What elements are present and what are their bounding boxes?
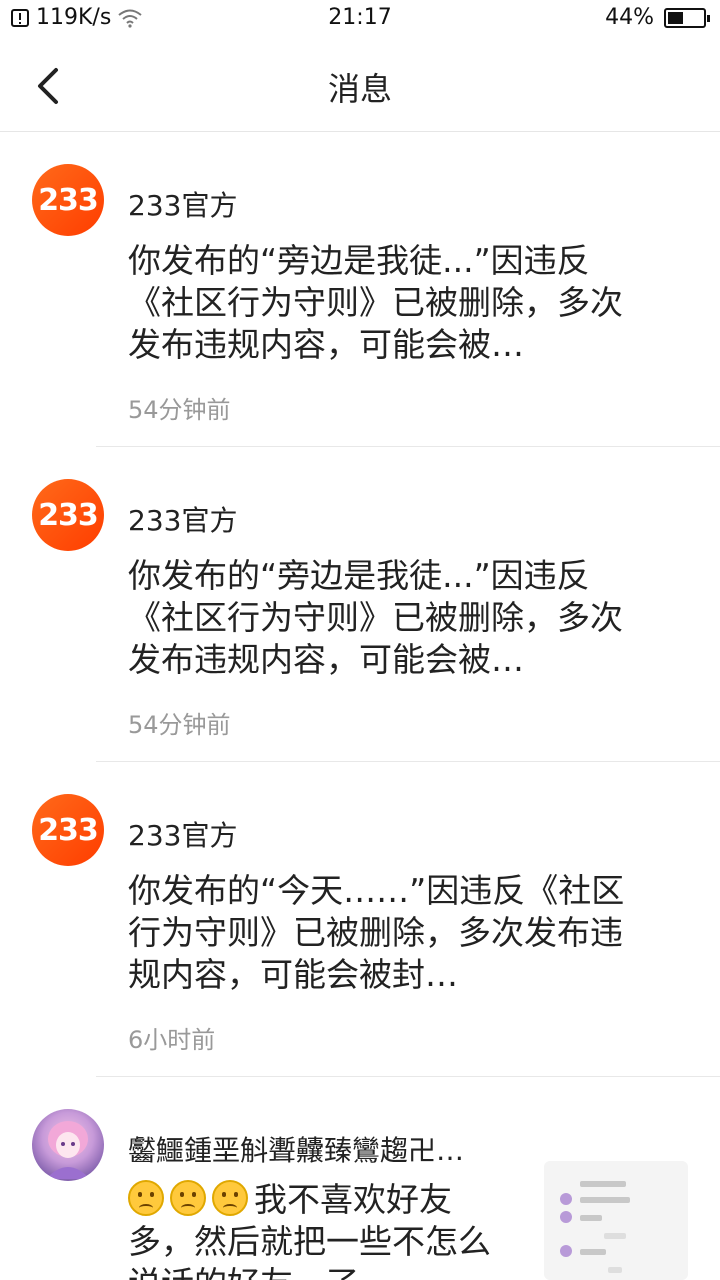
sender-name: 233官方 [128,504,238,537]
thumb-avatar [560,1193,572,1205]
message-item[interactable]: 233 233官方 你发布的“今天……”因违反《社区行为守则》已被删除，多次发布… [0,762,720,1077]
user-avatar[interactable] [32,1109,104,1181]
sender-name: 齾鱷鍾垩斛聻齉臻鸞趨卍… [128,1134,465,1167]
sender-name: 233官方 [128,819,238,852]
status-right: 44% [605,5,710,30]
message-time: 54分钟前 [128,396,231,424]
sender-name: 233官方 [128,189,238,222]
thumb-avatar [560,1211,572,1223]
thumb-line [608,1267,622,1273]
message-item[interactable]: 233 233官方 你发布的“旁边是我徒...”因违反《社区行为守则》已被删除，… [0,132,720,447]
official-avatar[interactable]: 233 [32,479,104,551]
battery-percent: 44% [605,5,654,30]
message-list: 233 233官方 你发布的“旁边是我徒...”因违反《社区行为守则》已被删除，… [0,132,720,1280]
message-item[interactable]: 233 233官方 你发布的“旁边是我徒...”因违反《社区行为守则》已被删除，… [0,447,720,762]
message-time: 54分钟前 [128,711,231,739]
thumb-line [580,1197,630,1203]
status-bar: 119K/s 21:17 44% [0,0,720,36]
official-avatar[interactable]: 233 [32,164,104,236]
thumb-line [580,1249,606,1255]
thumb-avatar [560,1245,572,1257]
message-preview: 你发布的“旁边是我徒...”因违反《社区行为守则》已被删除，多次发布违规内容，可… [128,556,623,679]
thumb-line [604,1233,626,1239]
frown-emoji-icon [170,1180,206,1216]
anime-avatar-icon [46,1121,90,1179]
thumb-line [580,1215,602,1221]
message-preview: 你发布的“今天……”因违反《社区行为守则》已被删除，多次发布违规内容，可能会被封… [128,871,625,994]
thumb-line [580,1181,626,1187]
message-time: 6小时前 [128,1026,216,1054]
battery-level [668,11,683,24]
avatar-logo-text: 233 [38,812,99,848]
avatar-logo-text: 233 [38,182,99,218]
battery-icon [664,7,710,28]
official-avatar[interactable]: 233 [32,794,104,866]
avatar-logo-text: 233 [38,497,99,533]
nav-bar: 消息 [0,36,720,132]
message-preview: 我不喜欢好友多，然后就把一些不怎么说话的好友，了 [128,1179,498,1280]
message-preview: 你发布的“旁边是我徒...”因违反《社区行为守则》已被删除，多次发布违规内容，可… [128,241,623,364]
page-title: 消息 [327,70,392,108]
frown-emoji-icon [128,1180,164,1216]
sad-emoji-icon [212,1180,248,1216]
image-thumbnail[interactable] [544,1161,688,1280]
